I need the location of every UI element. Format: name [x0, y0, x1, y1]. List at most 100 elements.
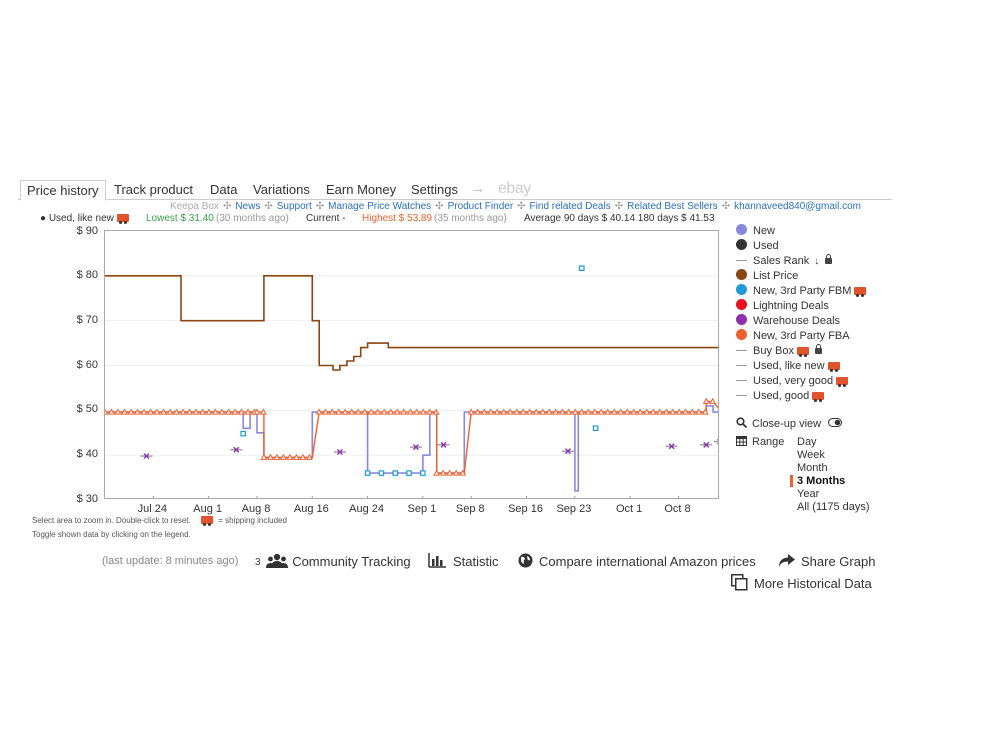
- x-tick-label: Aug 24: [349, 503, 385, 515]
- link-keepa-box[interactable]: Keepa Box: [170, 201, 219, 213]
- fbm-square-marker: [578, 265, 585, 272]
- search-icon: [736, 417, 748, 429]
- selected-series-label: ● Used, like new: [40, 213, 129, 225]
- separator-icon: ✣: [435, 201, 444, 212]
- fbm-square-marker: [364, 470, 371, 476]
- legend-label: Sales Rank: [753, 255, 810, 267]
- x-tick-label: Aug 8: [241, 503, 271, 515]
- separator-icon: ✣: [517, 201, 526, 212]
- link-user-email[interactable]: khannaveed840@gmail.com: [734, 201, 861, 213]
- statistic-button[interactable]: Statistic: [428, 553, 499, 570]
- fbm-square-marker: [420, 470, 426, 476]
- legend-item-new-3rd-party-fbm[interactable]: New, 3rd Party FBM: [736, 284, 867, 299]
- range-label: Range: [736, 435, 784, 450]
- x-tick-label: Sep 8: [455, 503, 485, 515]
- link-support[interactable]: Support: [277, 201, 312, 213]
- compare-international-button[interactable]: Compare international Amazon prices: [518, 553, 756, 570]
- legend-label: New, 3rd Party FBM: [753, 285, 852, 297]
- legend-swatch: [736, 269, 747, 280]
- tab-data[interactable]: Data: [204, 180, 243, 200]
- y-tick-label: $ 60: [76, 359, 98, 371]
- y-tick-label: $ 70: [76, 314, 98, 326]
- bar-chart-icon: [428, 553, 446, 568]
- legend-item-used-very-good[interactable]: Used, very good: [736, 374, 849, 389]
- truck-icon: [836, 377, 849, 387]
- copy-icon: [731, 574, 748, 591]
- legend-item-lightning-deals[interactable]: Lightning Deals: [736, 299, 829, 314]
- y-tick-label: $ 30: [76, 493, 98, 505]
- legend-swatch: [736, 329, 747, 340]
- legend-swatch: [736, 350, 747, 351]
- legend-item-sales-rank[interactable]: Sales Rank ↓: [736, 254, 833, 269]
- links-row: Keepa Box ✣ News ✣ Support ✣ Manage Price Watc…: [170, 201, 861, 213]
- legend-item-used-like-new[interactable]: Used, like new: [736, 359, 840, 374]
- fba-triangle-marker: [702, 397, 710, 404]
- series-line-list-price: [105, 275, 718, 371]
- current-price: Current -: [306, 213, 346, 224]
- fbm-square-marker: [592, 425, 599, 432]
- range-year[interactable]: Year: [797, 488, 819, 501]
- legend-item-used[interactable]: Used: [736, 239, 779, 254]
- lowest-price: Lowest $ 31.40: [146, 213, 214, 224]
- y-tick-label: $ 80: [76, 269, 98, 281]
- fbm-square-marker: [406, 470, 412, 476]
- highest-price: Highest $ 53.89: [362, 213, 433, 224]
- legend-label: New, 3rd Party FBA: [753, 330, 850, 342]
- price-chart-svg[interactable]: [105, 231, 719, 499]
- range-3-months[interactable]: 3 Months: [797, 475, 845, 488]
- lock-icon: [825, 254, 833, 264]
- range-month[interactable]: Month: [797, 462, 828, 475]
- link-find-related-deals[interactable]: Find related Deals: [530, 201, 611, 213]
- x-tick-label: Sep 23: [556, 503, 592, 515]
- legend-label: Used, like new: [753, 360, 825, 372]
- link-product-finder[interactable]: Product Finder: [448, 201, 514, 213]
- users-icon: [266, 553, 289, 568]
- legend-label: List Price: [753, 270, 799, 282]
- tab-track-product[interactable]: Track product: [108, 180, 199, 200]
- toggle-hint: Toggle shown data by clicking on the leg…: [32, 530, 191, 539]
- price-chart[interactable]: [104, 230, 719, 499]
- legend-swatch: [736, 284, 747, 295]
- legend-item-new-3rd-party-fba[interactable]: New, 3rd Party FBA: [736, 329, 850, 344]
- legend-item-new[interactable]: New: [736, 224, 775, 239]
- truck-icon: [827, 362, 840, 372]
- y-tick-label: $ 50: [76, 403, 98, 415]
- legend-item-buy-box[interactable]: Buy Box: [736, 344, 822, 359]
- share-graph-button[interactable]: Share Graph: [778, 553, 875, 570]
- legend-item-warehouse-deals[interactable]: Warehouse Deals: [736, 314, 840, 329]
- last-update: (last update: 8 minutes ago): [102, 555, 239, 567]
- legend-label: Used, good: [753, 390, 810, 402]
- sort-numeric-icon: ↓: [814, 256, 820, 267]
- link-news[interactable]: News: [235, 201, 260, 213]
- community-tracking-button[interactable]: 3 Community Tracking: [255, 553, 411, 571]
- link-related-best-sellers[interactable]: Related Best Sellers: [627, 201, 718, 213]
- zoom-hint: Select area to zoom in. Double-click to …: [32, 516, 287, 526]
- truck-icon: [200, 516, 213, 526]
- legend-swatch: [736, 299, 747, 310]
- range-week[interactable]: Week: [797, 449, 825, 462]
- fbm-square-marker: [378, 470, 385, 476]
- more-historical-data-button[interactable]: More Historical Data: [731, 574, 872, 592]
- tab-settings[interactable]: Settings: [405, 180, 464, 200]
- highest-price-when: (35 months ago): [434, 213, 507, 224]
- toggle-icon[interactable]: [828, 418, 843, 427]
- legend-swatch: [736, 260, 747, 261]
- globe-icon: [518, 553, 533, 568]
- tab-earn-money[interactable]: Earn Money: [320, 180, 402, 200]
- ebay-logo[interactable]: ebay: [498, 179, 531, 199]
- legend-item-list-price[interactable]: List Price: [736, 269, 798, 284]
- link-manage-price-watches[interactable]: Manage Price Watches: [328, 201, 431, 213]
- closeup-view-toggle[interactable]: Close-up view: [736, 417, 843, 432]
- legend-swatch: [736, 314, 747, 325]
- separator-icon: ✣: [315, 201, 325, 212]
- lock-icon: [814, 344, 822, 354]
- tab-variations[interactable]: Variations: [247, 180, 316, 200]
- fbm-square-marker: [392, 470, 399, 476]
- tab-price-history[interactable]: Price history: [20, 180, 106, 201]
- legend-label: Buy Box: [753, 345, 794, 357]
- range-day[interactable]: Day: [797, 436, 817, 449]
- range-all[interactable]: All (1175 days): [797, 501, 870, 514]
- legend-item-used-good[interactable]: Used, good: [736, 389, 825, 404]
- truck-icon: [116, 214, 129, 224]
- arrow-right-icon: →: [470, 180, 485, 197]
